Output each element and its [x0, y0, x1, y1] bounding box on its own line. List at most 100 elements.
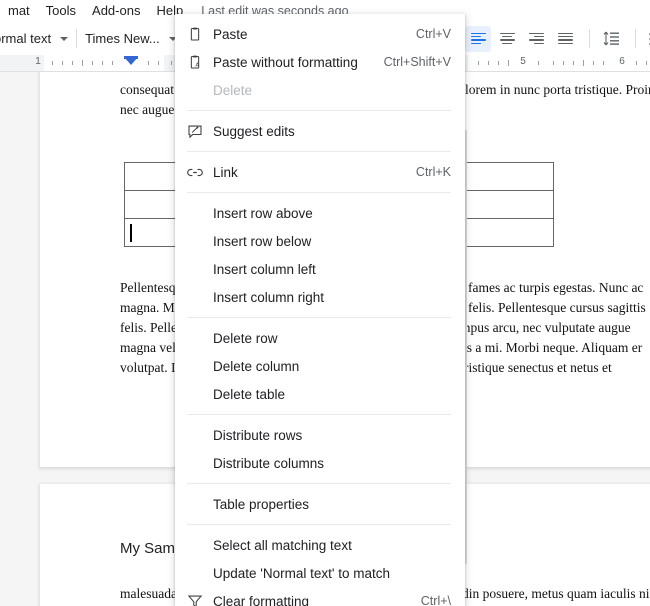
- menu-item-insert-column-right[interactable]: Insert column right: [175, 283, 465, 311]
- menu-item-delete: Delete: [175, 76, 465, 104]
- align-justify-button[interactable]: [552, 26, 578, 52]
- line-spacing-button[interactable]: [598, 26, 624, 52]
- clear-formatting-icon: [187, 592, 209, 606]
- bulleted-list-button[interactable]: [644, 26, 650, 52]
- menu-item-insert-row-below[interactable]: Insert row below: [175, 227, 465, 255]
- menu-item-shortcut: Ctrl+V: [415, 27, 451, 41]
- menu-item-delete-table[interactable]: Delete table: [175, 380, 465, 408]
- ruler-tick: [498, 61, 499, 65]
- doc-line: Pellentesq: [120, 280, 176, 295]
- no-icon: [187, 357, 209, 375]
- menu-item-label: Insert column right: [213, 289, 325, 305]
- doc-line: lorem in nunc porta tristique. Proin: [465, 82, 650, 97]
- menu-item-label: Delete table: [213, 386, 286, 402]
- menu-item-distribute-columns[interactable]: Distribute columns: [175, 449, 465, 477]
- menu-separator: [187, 414, 451, 415]
- toolbar-divider: [76, 29, 78, 48]
- menu-item-suggest-edits[interactable]: Suggest edits: [175, 117, 465, 145]
- menu-item-update-normal-text-to-match[interactable]: Update 'Normal text' to match: [175, 559, 465, 587]
- no-icon: [187, 232, 209, 250]
- paragraph-style-label: ormal text: [0, 31, 52, 46]
- doc-line: felis. Pellentesque cursus sagittis: [468, 300, 646, 315]
- menu-item-shortcut: Ctrl+\: [420, 594, 451, 606]
- menubar-item-tools[interactable]: Tools: [38, 0, 84, 22]
- menu-item-paste[interactable]: Paste Ctrl+V: [175, 20, 465, 48]
- menu-item-insert-row-above[interactable]: Insert row above: [175, 199, 465, 227]
- paragraph-style-dropdown[interactable]: ormal text: [0, 31, 69, 46]
- ruler-tick: [171, 61, 172, 65]
- ruler-tick: [62, 61, 63, 65]
- menu-item-label: Distribute columns: [213, 455, 325, 471]
- ruler-tick: [573, 61, 574, 65]
- font-family-dropdown[interactable]: Times New...: [85, 31, 177, 46]
- ruler-tick: [52, 61, 53, 65]
- toolbar-divider: [635, 29, 636, 48]
- align-center-icon: [499, 32, 515, 45]
- doc-line: din posuere, metus quam iaculis nil: [462, 586, 650, 601]
- text-cursor: [130, 224, 132, 242]
- menu-item-shortcut: Ctrl+Shift+V: [383, 55, 451, 69]
- no-icon: [187, 288, 209, 306]
- menu-separator: [187, 317, 451, 318]
- menu-item-label: Delete: [213, 82, 253, 98]
- menu-item-label: Delete row: [213, 330, 278, 346]
- align-left-button[interactable]: [465, 25, 491, 52]
- ruler-tick: [82, 60, 83, 66]
- ruler-tick: [553, 61, 554, 65]
- align-justify-icon: [557, 32, 573, 45]
- ruler-tick: [563, 61, 564, 65]
- ruler-tick: [646, 61, 647, 65]
- doc-line: mpus arcu, nec vulputate augue: [460, 320, 631, 335]
- ruler-tick: [636, 61, 637, 65]
- menu-item-label: Clear formatting: [213, 593, 310, 606]
- no-icon: [187, 495, 209, 513]
- menu-item-label: Suggest edits: [213, 123, 295, 139]
- menu-item-insert-column-left[interactable]: Insert column left: [175, 255, 465, 283]
- no-icon: [187, 426, 209, 444]
- menu-item-delete-column[interactable]: Delete column: [175, 352, 465, 380]
- no-icon: [187, 329, 209, 347]
- indent-marker[interactable]: [124, 57, 138, 65]
- menu-item-label: Link: [213, 164, 238, 180]
- ruler-tick: [158, 61, 159, 65]
- align-right-button[interactable]: [523, 26, 549, 52]
- no-icon: [187, 385, 209, 403]
- menubar-item-format[interactable]: mat: [0, 0, 38, 22]
- no-icon: [187, 536, 209, 554]
- menu-item-link[interactable]: Link Ctrl+K: [175, 158, 465, 186]
- align-left-icon: [470, 32, 486, 45]
- menu-item-paste-without-formatting[interactable]: Paste without formatting Ctrl+Shift+V: [175, 48, 465, 76]
- menu-item-select-all-matching-text[interactable]: Select all matching text: [175, 531, 465, 559]
- ruler-tick: [508, 60, 509, 66]
- menu-item-table-properties[interactable]: Table properties: [175, 490, 465, 518]
- menu-separator: [187, 524, 451, 525]
- menu-item-label: Insert row above: [213, 205, 313, 221]
- menu-item-distribute-rows[interactable]: Distribute rows: [175, 421, 465, 449]
- doc-heading: My Samp: [120, 540, 184, 557]
- doc-line: magna. M: [120, 300, 175, 315]
- font-family-label: Times New...: [85, 31, 160, 46]
- align-center-button[interactable]: [494, 26, 520, 52]
- doc-line: consequat: [120, 82, 174, 97]
- menubar-item-addons[interactable]: Add-ons: [84, 0, 148, 22]
- menu-item-delete-row[interactable]: Delete row: [175, 324, 465, 352]
- menu-item-shortcut: Ctrl+K: [415, 165, 451, 179]
- menu-item-clear-formatting[interactable]: Clear formatting Ctrl+\: [175, 587, 465, 606]
- menu-item-label: Insert column left: [213, 261, 316, 277]
- menu-item-label: Insert row below: [213, 233, 312, 249]
- menu-separator: [187, 192, 451, 193]
- table-context-menu[interactable]: Paste Ctrl+V Paste without formatting Ctrl+…: [175, 14, 465, 606]
- alignment-toolbar-group[interactable]: [465, 22, 650, 55]
- doc-line: us a mi. Morbi neque. Aliquam er: [460, 340, 643, 355]
- doc-line: magna vel: [120, 340, 176, 355]
- ruler-tick: [72, 61, 73, 65]
- menu-item-label: Delete column: [213, 358, 300, 374]
- link-icon: [187, 163, 209, 181]
- line-spacing-icon: [603, 31, 619, 46]
- doc-line: nec augue: [120, 102, 175, 117]
- no-icon: [187, 454, 209, 472]
- menu-separator: [187, 483, 451, 484]
- ruler-tick: [148, 61, 149, 65]
- google-docs-window: consequat nec augue lorem in nunc porta …: [0, 0, 650, 606]
- chevron-down-icon: [60, 36, 69, 41]
